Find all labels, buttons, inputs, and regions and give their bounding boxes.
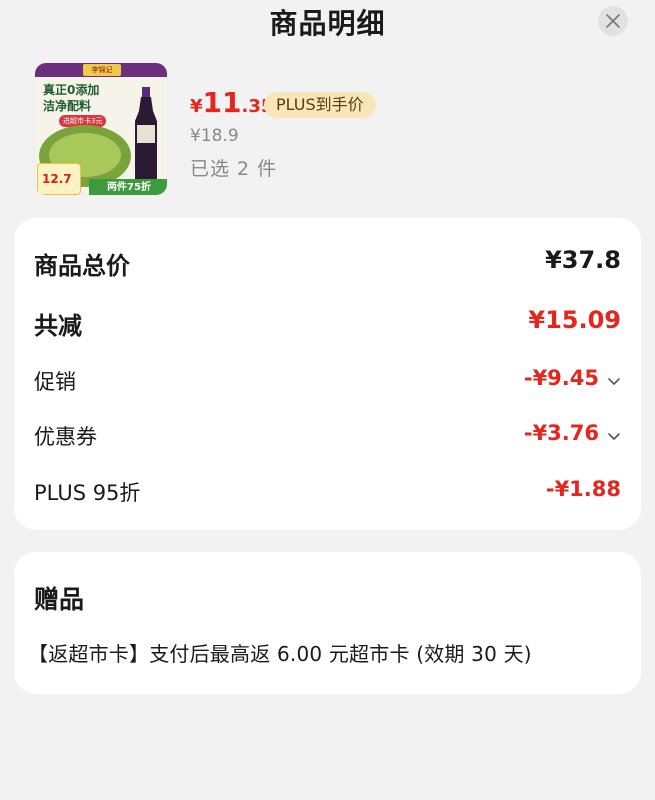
promo-row[interactable]: 促销 -¥9.45 (34, 366, 621, 396)
coupon-value: -¥3.76 (523, 421, 599, 445)
image-banner: 李锦记 (35, 63, 167, 77)
image-price-tag: 12.7 (37, 163, 81, 195)
chevron-down-icon[interactable] (607, 374, 621, 388)
plus-price-badge: PLUS到手价 (264, 92, 376, 118)
total-value: ¥37.8 (545, 246, 621, 274)
discount-label: 共减 (34, 312, 82, 340)
brand-logo: 李锦记 (83, 64, 121, 76)
total-row: 商品总价 ¥37.8 (34, 246, 621, 280)
chevron-down-icon[interactable] (607, 429, 621, 443)
promo-label: 促销 (34, 370, 76, 394)
coupon-row[interactable]: 优惠券 -¥3.76 (34, 421, 621, 451)
plus-discount-row: PLUS 95折 -¥1.88 (34, 477, 621, 507)
selected-quantity: 已选 2 件 (190, 158, 278, 180)
page-title: 商品明细 (269, 7, 386, 40)
plus-discount-label: PLUS 95折 (34, 481, 141, 505)
coupon-label: 优惠券 (34, 425, 97, 449)
image-price: 12.7 (42, 172, 72, 186)
discount-value: ¥15.09 (528, 306, 621, 334)
close-button[interactable] (598, 6, 628, 36)
current-price: ¥11.35 (190, 86, 273, 119)
original-price: ¥18.9 (190, 126, 239, 146)
image-slogan-1: 真正0添加 (43, 83, 100, 97)
image-promo-bar: 两件75折 (89, 179, 167, 195)
product-summary: 李锦记 真正0添加 洁净配料 进超市卡3元 12.7 两件75折 ¥11.35 … (34, 62, 634, 200)
discount-row: 共减 ¥15.09 (34, 306, 621, 340)
image-slogan-2: 洁净配料 (43, 99, 92, 113)
price-integer: 11 (202, 86, 242, 119)
gift-description: 【返超市卡】支付后最高返 6.00 元超市卡 (效期 30 天) (28, 642, 532, 666)
price-currency: ¥ (190, 96, 203, 117)
gift-card: 赠品 【返超市卡】支付后最高返 6.00 元超市卡 (效期 30 天) (14, 552, 641, 694)
header: 商品明细 (0, 0, 655, 44)
gift-title: 赠品 (34, 585, 85, 614)
product-image[interactable]: 李锦记 真正0添加 洁净配料 进超市卡3元 12.7 两件75折 (34, 62, 168, 196)
bottle-icon (135, 87, 157, 181)
price-breakdown-card: 商品总价 ¥37.8 共减 ¥15.09 促销 -¥9.45 优惠券 -¥3.7… (14, 218, 641, 530)
promo-value: -¥9.45 (523, 366, 599, 390)
total-label: 商品总价 (34, 252, 130, 280)
plus-discount-value: -¥1.88 (545, 477, 621, 501)
close-icon (606, 14, 620, 28)
